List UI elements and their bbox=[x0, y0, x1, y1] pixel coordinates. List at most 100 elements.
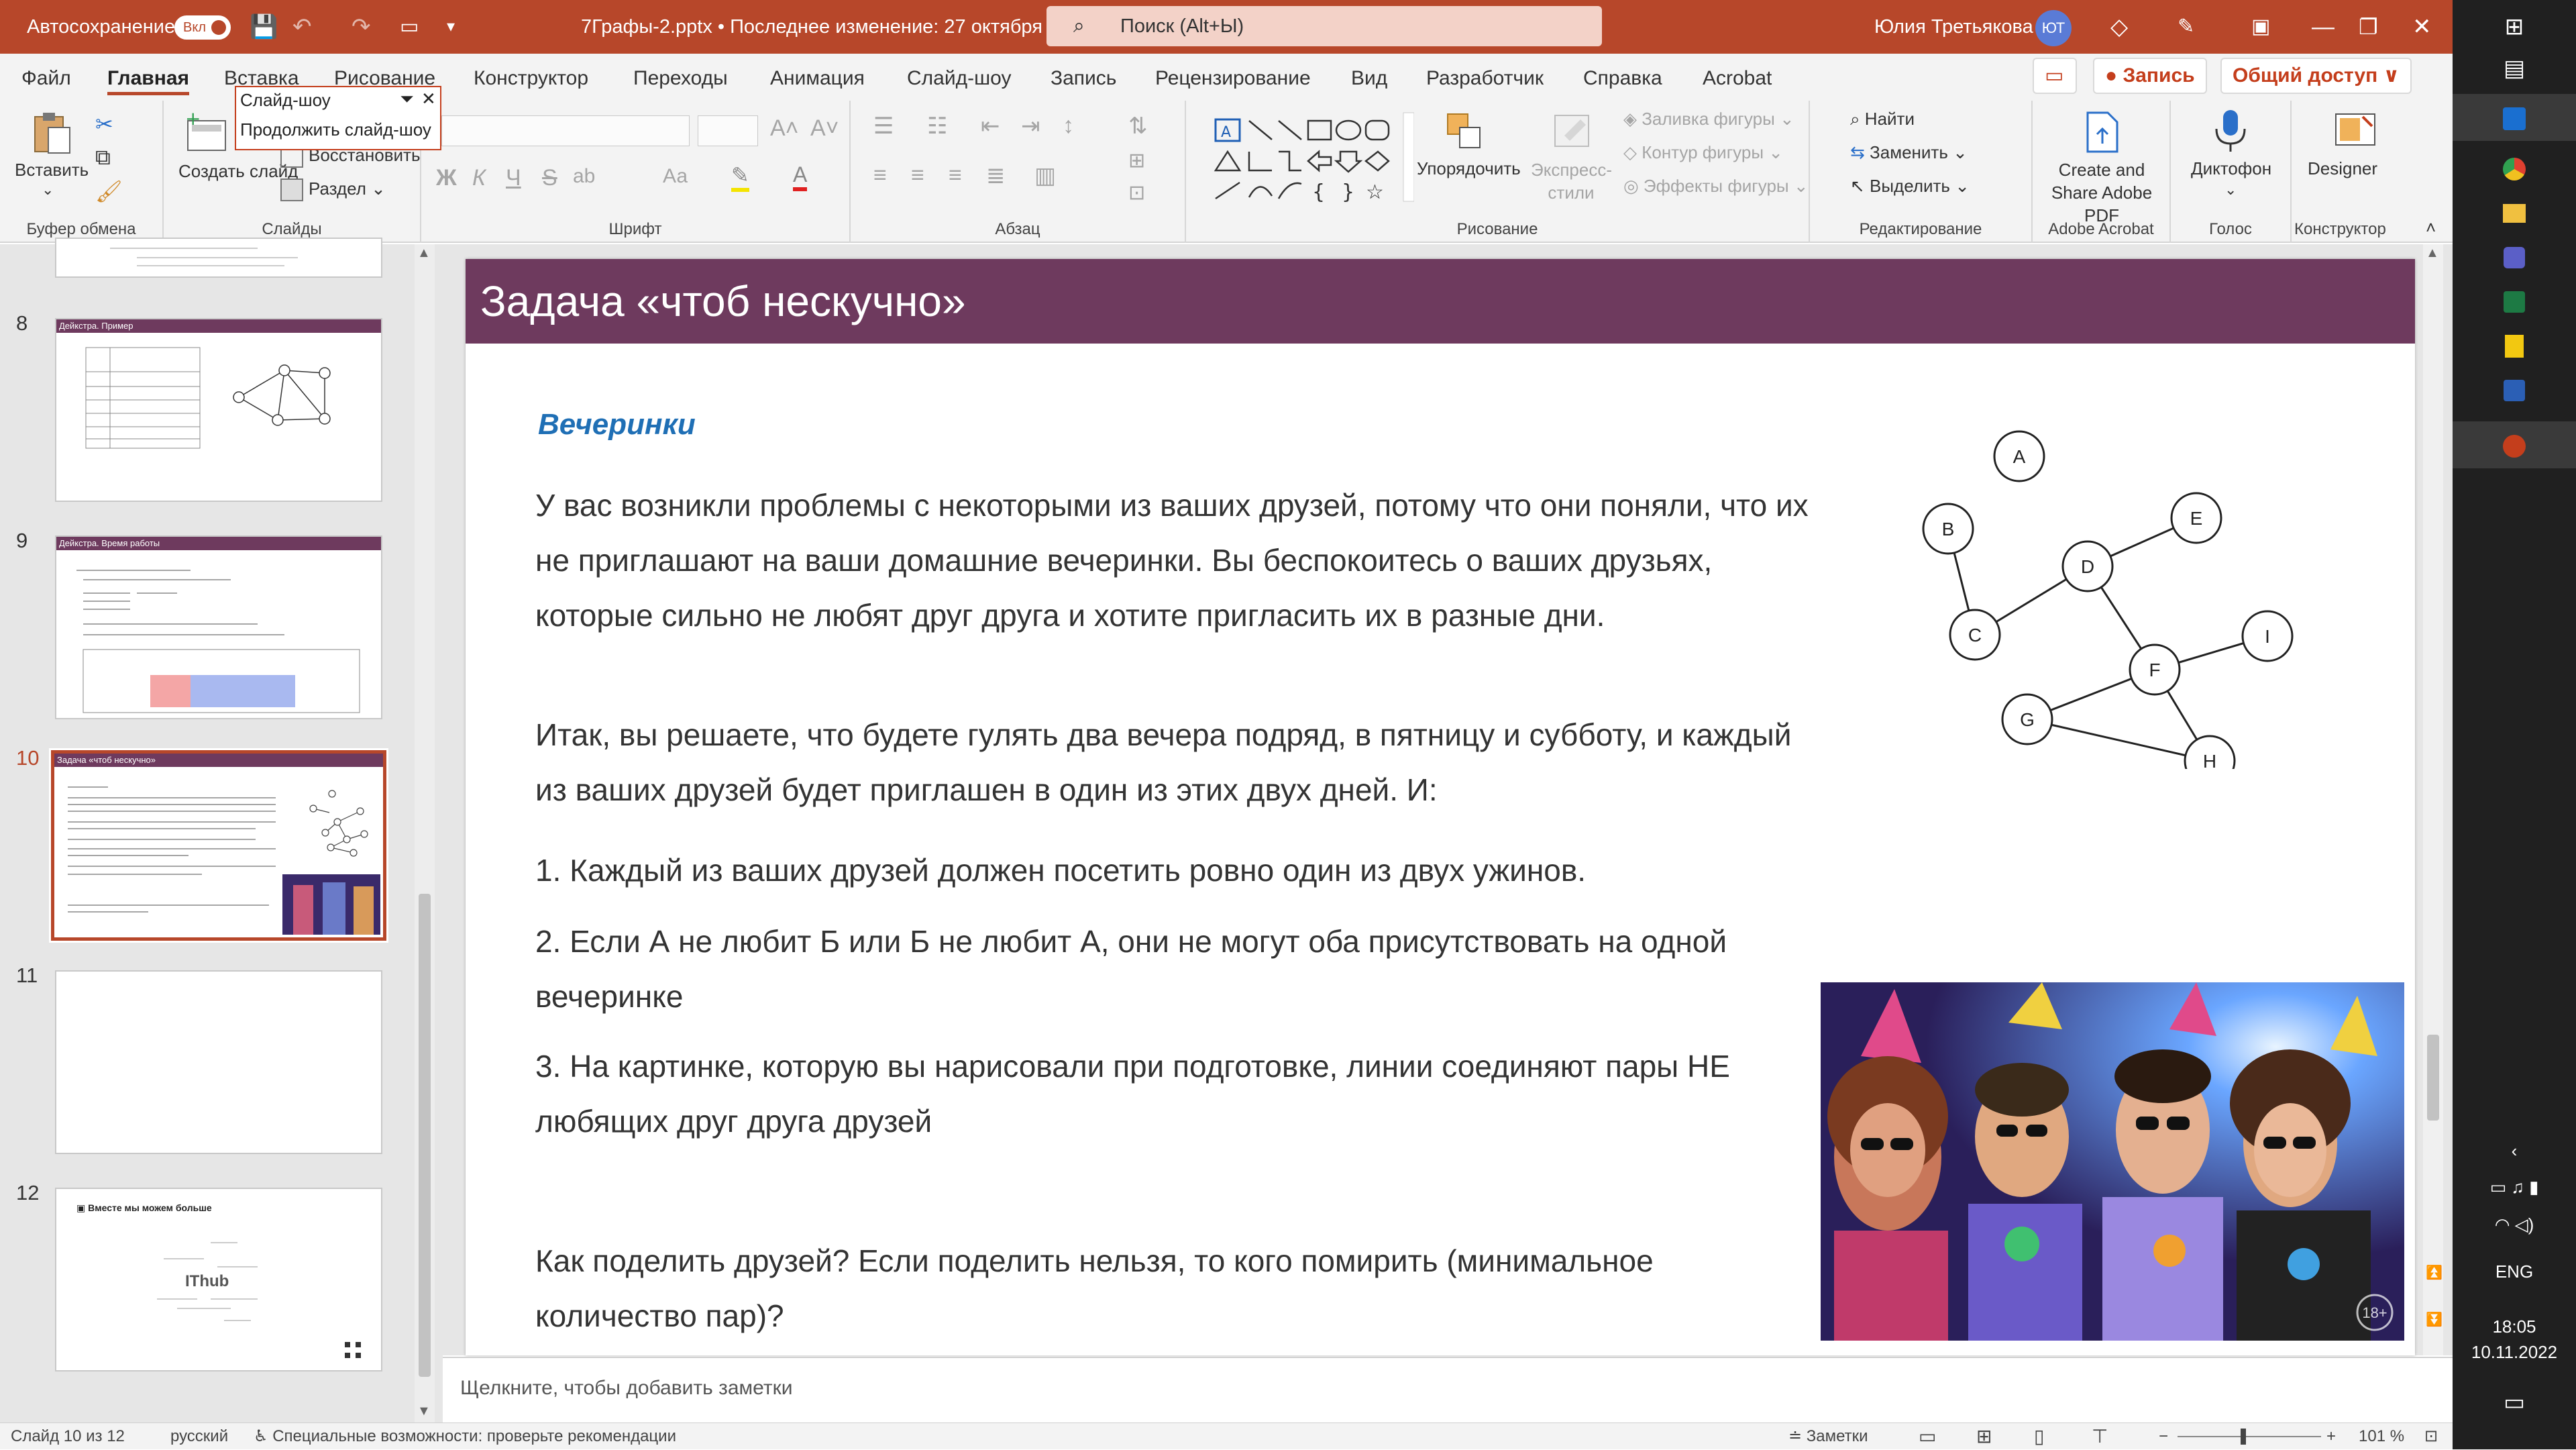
paragraph-1[interactable]: У вас возникли проблемы с некоторыми из … bbox=[535, 478, 1823, 643]
task-view-icon[interactable]: ▤ bbox=[2494, 48, 2534, 89]
slideshow-item[interactable]: Слайд-шоу bbox=[240, 90, 331, 111]
strike-button[interactable]: S bbox=[542, 165, 557, 191]
input-language[interactable]: ENG bbox=[2453, 1261, 2576, 1282]
highlight-icon[interactable]: ✎ bbox=[731, 162, 749, 192]
underline-button[interactable]: Ч bbox=[506, 165, 521, 191]
zoom-in-icon[interactable]: + bbox=[2326, 1423, 2336, 1450]
decrease-indent-icon[interactable]: ⇤ bbox=[981, 113, 1000, 140]
share-button[interactable]: Общий доступ ∨ bbox=[2220, 58, 2412, 94]
network-volume-icons[interactable]: ◠ ◁) bbox=[2453, 1214, 2576, 1235]
tab-slideshow[interactable]: Слайд-шоу bbox=[907, 62, 1012, 95]
section-button[interactable]: Раздел ⌄ bbox=[280, 178, 386, 202]
shape-fill-button[interactable]: ◈ Заливка фигуры ⌄ bbox=[1623, 109, 1794, 130]
reading-view-icon[interactable]: ▯ bbox=[2034, 1423, 2044, 1450]
thumbnail-scroll-thumb[interactable] bbox=[419, 894, 431, 1377]
close-popup-icon[interactable]: ✕ bbox=[421, 89, 436, 109]
outlook-icon[interactable] bbox=[2453, 94, 2576, 141]
grow-font-icon[interactable]: A˄ bbox=[770, 115, 799, 142]
excel-icon[interactable] bbox=[2494, 280, 2534, 321]
explorer-icon[interactable] bbox=[2494, 192, 2534, 232]
font-color-icon[interactable]: A bbox=[793, 162, 808, 191]
slide-thumbnail-7[interactable] bbox=[55, 238, 382, 278]
system-tray-icons[interactable]: ▭ ♫ ▮ bbox=[2453, 1177, 2576, 1198]
record-button[interactable]: ● Запись bbox=[2093, 58, 2207, 94]
fit-slide-icon[interactable]: ⊡ bbox=[2424, 1423, 2438, 1450]
slide-thumbnail-8[interactable]: Дейкстра. Пример bbox=[55, 318, 382, 502]
scroll-down-icon[interactable]: ▼ bbox=[417, 1404, 431, 1419]
paragraph-3[interactable]: 1. Каждый из ваших друзей должен посетит… bbox=[535, 843, 1823, 898]
notes-toggle[interactable]: ≐ Заметки bbox=[1788, 1423, 1868, 1450]
bullets-icon[interactable]: ☰ bbox=[873, 113, 894, 140]
powerbi-icon[interactable] bbox=[2494, 325, 2534, 365]
arrange-button[interactable]: Упорядочить bbox=[1417, 158, 1521, 179]
text-direction-icon[interactable]: ⇅ bbox=[1128, 113, 1148, 140]
tab-help[interactable]: Справка bbox=[1583, 62, 1662, 95]
shape-effects-button[interactable]: ◎ Эффекты фигуры ⌄ bbox=[1623, 176, 1809, 197]
zoom-out-icon[interactable]: − bbox=[2159, 1423, 2168, 1450]
copy-icon[interactable]: ⧉ bbox=[95, 145, 111, 170]
normal-view-icon[interactable]: ▭ bbox=[1919, 1423, 1936, 1450]
align-center-icon[interactable]: ≡ bbox=[911, 162, 924, 189]
slide-sorter-icon[interactable]: ⊞ bbox=[1976, 1423, 1992, 1450]
next-slide-icon[interactable]: ⏬ bbox=[2426, 1311, 2443, 1328]
tab-design[interactable]: Конструктор bbox=[474, 62, 588, 95]
shapes-gallery[interactable]: A { } ☆ bbox=[1202, 110, 1414, 204]
tab-animations[interactable]: Анимация bbox=[770, 62, 865, 95]
show-hidden-icons[interactable]: ‹ bbox=[2453, 1141, 2576, 1161]
change-case-button[interactable]: Аа bbox=[663, 165, 688, 188]
restore-icon[interactable]: ❐ bbox=[2359, 0, 2378, 54]
tab-review[interactable]: Рецензирование bbox=[1155, 62, 1311, 95]
canvas-scrollbar[interactable]: ▲ ⏫ ⏬ bbox=[2423, 244, 2443, 1355]
tab-file[interactable]: Файл bbox=[21, 62, 71, 95]
format-painter-icon[interactable]: 🖌 bbox=[95, 178, 123, 204]
quick-styles-button[interactable]: Экспресс-стили bbox=[1531, 158, 1612, 204]
dictate-dropdown-icon[interactable]: ⌄ bbox=[2224, 181, 2237, 199]
select-button[interactable]: ↖ Выделить ⌄ bbox=[1850, 176, 1970, 197]
autosave-toggle[interactable]: Вкл bbox=[165, 0, 231, 54]
paste-button[interactable]: Вставить bbox=[15, 160, 89, 180]
zoom-slider[interactable] bbox=[2178, 1436, 2321, 1437]
close-icon[interactable]: ✕ bbox=[2412, 0, 2432, 54]
replace-button[interactable]: ⇆ Заменить ⌄ bbox=[1850, 142, 1968, 163]
paragraph-4[interactable]: 2. Если А не любит Б или Б не любит А, о… bbox=[535, 914, 1810, 1024]
cut-icon[interactable]: ✂ bbox=[95, 111, 113, 137]
tab-record[interactable]: Запись bbox=[1051, 62, 1116, 95]
minimize-icon[interactable]: — bbox=[2312, 0, 2334, 54]
align-text-icon[interactable]: ⊞ bbox=[1128, 149, 1145, 172]
user-name[interactable]: Юлия Третьякова bbox=[1874, 0, 2033, 54]
slide-thumbnail-11[interactable] bbox=[55, 970, 382, 1154]
zoom-slider-thumb[interactable] bbox=[2241, 1429, 2246, 1445]
avatar[interactable]: ЮТ bbox=[2035, 10, 2072, 46]
diamond-icon[interactable]: ◇ bbox=[2110, 0, 2128, 54]
chevron-down-icon[interactable]: ⏷ bbox=[400, 89, 414, 110]
paragraph-6[interactable]: Как поделить друзей? Если поделить нельз… bbox=[535, 1233, 1810, 1343]
slide-subheading[interactable]: Вечеринки bbox=[538, 408, 696, 442]
canvas-scroll-thumb[interactable] bbox=[2427, 1035, 2439, 1121]
notes-pane[interactable]: Щелкните, чтобы добавить заметки bbox=[443, 1357, 2453, 1422]
redo-icon[interactable]: ↷ bbox=[352, 0, 371, 54]
paste-dropdown-icon[interactable]: ⌄ bbox=[42, 181, 54, 199]
paragraph-5[interactable]: 3. На картинке, которую вы нарисовали пр… bbox=[535, 1039, 1810, 1149]
clock-date[interactable]: 10.11.2022 bbox=[2453, 1342, 2576, 1363]
document-title[interactable]: 7Графы-2.pptx • Последнее изменение: 27 … bbox=[581, 0, 1062, 54]
pen-icon[interactable]: ✎ bbox=[2178, 0, 2194, 54]
shape-outline-button[interactable]: ◇ Контур фигуры ⌄ bbox=[1623, 142, 1783, 163]
slide-thumbnail-10[interactable]: Задача «чтоб нескучно» bbox=[49, 748, 388, 943]
dictate-button[interactable]: Диктофон bbox=[2191, 158, 2271, 179]
create-pdf-button[interactable]: Create and Share Adobe PDF bbox=[2038, 158, 2165, 227]
comments-icon[interactable]: ▭ bbox=[2033, 58, 2077, 94]
slide[interactable]: Задача «чтоб нескучно» Вечеринки У вас в… bbox=[466, 259, 2415, 1355]
present-icon[interactable]: ▭ bbox=[400, 0, 419, 54]
numbering-icon[interactable]: ☷ bbox=[927, 113, 947, 140]
zoom-level[interactable]: 101 % bbox=[2359, 1423, 2404, 1450]
scroll-up-icon[interactable]: ▲ bbox=[417, 246, 431, 261]
tab-view[interactable]: Вид bbox=[1351, 62, 1387, 95]
collapse-ribbon-icon[interactable]: ˄ bbox=[2426, 217, 2436, 238]
justify-icon[interactable]: ≣ bbox=[986, 162, 1006, 189]
align-right-icon[interactable]: ≡ bbox=[949, 162, 962, 189]
align-left-icon[interactable]: ≡ bbox=[873, 162, 887, 189]
tab-home[interactable]: Главная bbox=[107, 62, 190, 95]
slide-thumbnail-9[interactable]: Дейкстра. Время работы bbox=[55, 535, 382, 719]
bold-button[interactable]: Ж bbox=[436, 165, 457, 191]
find-button[interactable]: ⌕ Найти bbox=[1850, 109, 1915, 130]
